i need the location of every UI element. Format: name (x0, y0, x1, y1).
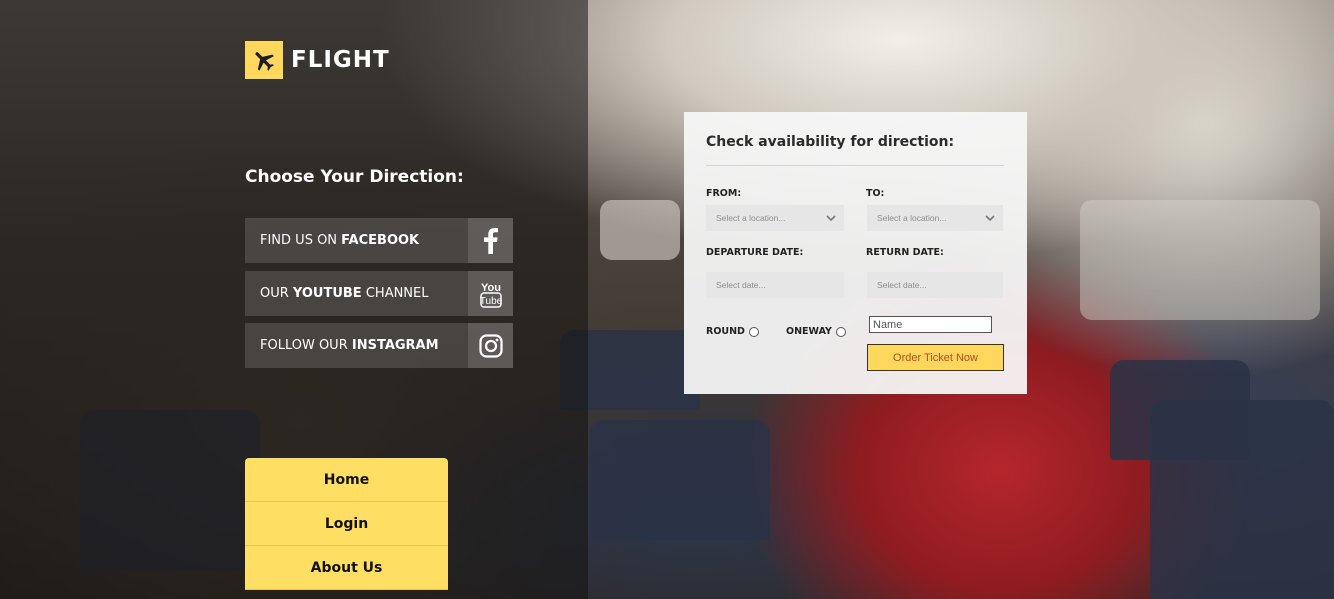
round-radio[interactable] (748, 326, 759, 337)
order-ticket-button[interactable]: Order Ticket Now (867, 344, 1004, 371)
instagram-icon (468, 323, 513, 368)
departure-date-placeholder: Select date... (716, 280, 766, 290)
to-select-value: Select a location... (877, 213, 947, 223)
cabin-window (600, 200, 680, 260)
youtube-link[interactable]: OUR YOUTUBE CHANNEL You Tube (245, 271, 513, 316)
divider (706, 165, 1004, 166)
oneway-label: ONEWAY (786, 326, 832, 337)
from-select[interactable]: Select a location... (706, 205, 844, 231)
return-date-input[interactable]: Select date... (867, 272, 1003, 298)
booking-form-title: Check availability for direction: (706, 134, 955, 150)
booking-form: Check availability for direction: FROM: … (684, 112, 1027, 394)
from-select-value: Select a location... (716, 213, 786, 223)
facebook-icon (468, 218, 513, 263)
return-date-label: RETURN DATE: (866, 247, 944, 258)
oneway-trip-option[interactable]: ONEWAY (786, 326, 846, 337)
name-input[interactable] (869, 316, 992, 333)
return-date-placeholder: Select date... (877, 280, 927, 290)
menu-item-login[interactable]: Login (245, 502, 448, 546)
to-select[interactable]: Select a location... (867, 205, 1003, 231)
seat (1150, 400, 1334, 599)
facebook-link[interactable]: FIND US ON FACEBOOK (245, 218, 513, 263)
instagram-link[interactable]: FOLLOW OUR INSTAGRAM (245, 323, 513, 368)
round-trip-option[interactable]: ROUND (706, 326, 759, 337)
oneway-radio[interactable] (835, 326, 846, 337)
social-label: FIND US ON FACEBOOK (260, 233, 420, 248)
choose-direction-heading: Choose Your Direction: (245, 167, 464, 187)
seat (590, 420, 770, 540)
social-label: FOLLOW OUR INSTAGRAM (260, 338, 439, 353)
youtube-icon: You Tube (468, 271, 513, 316)
svg-text:Tube: Tube (479, 296, 502, 307)
from-label: FROM: (706, 188, 742, 199)
social-label: OUR YOUTUBE CHANNEL (260, 286, 429, 301)
brand-logo[interactable]: FLIGHT (245, 41, 390, 79)
departure-date-label: DEPARTURE DATE: (706, 247, 804, 258)
brand-name: FLIGHT (291, 47, 390, 73)
departure-date-input[interactable]: Select date... (706, 272, 844, 298)
round-label: ROUND (706, 326, 745, 337)
chevron-down-icon (826, 214, 836, 221)
menu-item-about-us[interactable]: About Us (245, 546, 448, 590)
cabin-window (1080, 200, 1320, 320)
airplane-icon (245, 41, 283, 79)
menu-item-home[interactable]: Home (245, 458, 448, 502)
to-label: TO: (866, 188, 885, 199)
svg-text:You: You (481, 282, 501, 294)
main-menu: Home Login About Us (245, 458, 448, 590)
chevron-down-icon (985, 214, 995, 221)
